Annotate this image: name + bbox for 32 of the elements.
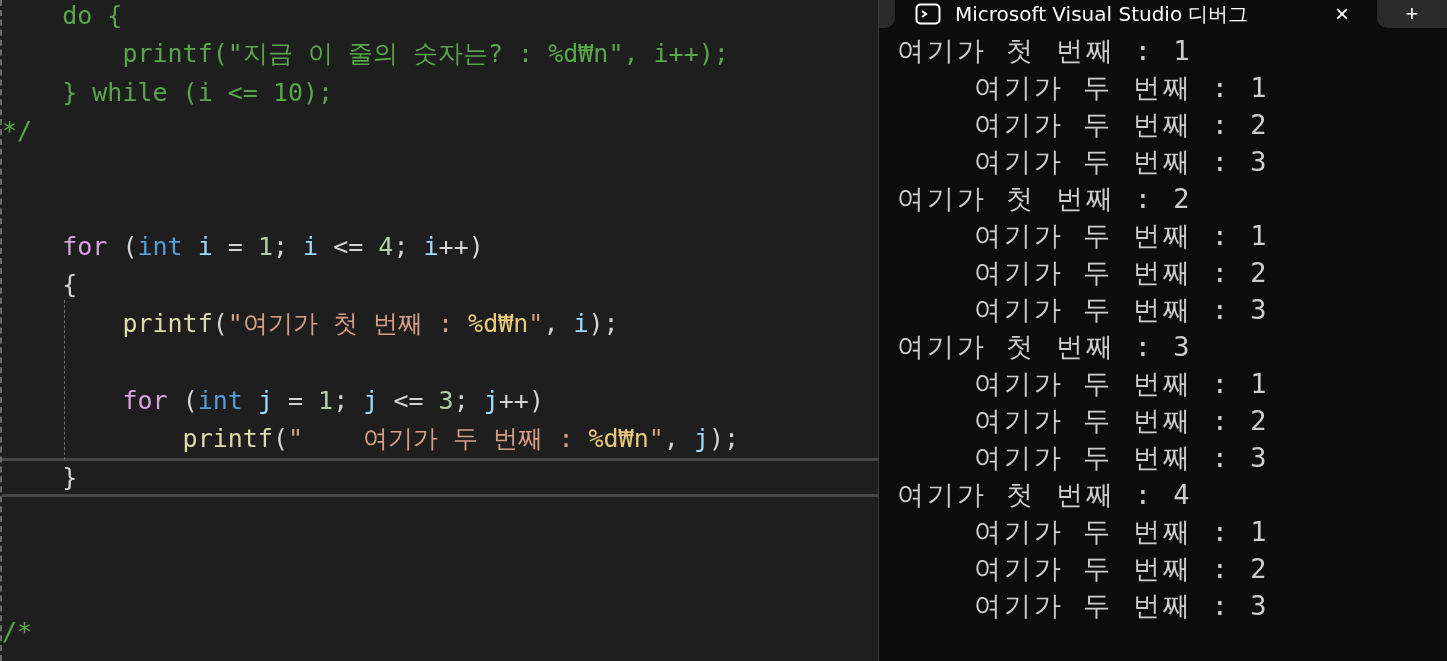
console-line: 여기가 두 번째 : 1	[973, 71, 1271, 105]
console-line: 여기가 두 번째 : 3	[973, 589, 1271, 623]
console-line: 여기가 두 번째 : 2	[973, 108, 1271, 142]
console-line: 여기가 두 번째 : 1	[973, 515, 1271, 549]
tab-title: Microsoft Visual Studio 디버그	[955, 0, 1249, 28]
console-tab[interactable]: Microsoft Visual Studio 디버그 ×	[895, 0, 1375, 28]
console-line: 여기가 첫 번째 : 3	[897, 330, 1194, 364]
console-line: 여기가 두 번째 : 2	[973, 404, 1271, 438]
console-line: 여기가 두 번째 : 3	[973, 145, 1271, 179]
code-line: do {	[61, 0, 123, 30]
code-line: }	[61, 462, 78, 492]
close-tab-button[interactable]: ×	[1329, 2, 1355, 26]
code-line: for (int i = 1; i <= 4; i++)	[61, 231, 484, 261]
code-line: } while (i <= 10);	[61, 77, 334, 107]
console-line: 여기가 두 번째 : 1	[973, 367, 1271, 401]
code-line: {	[61, 270, 78, 300]
code-line: printf("여기가 첫 번째 : %d₩n", i);	[121, 307, 619, 340]
code-line: for (int j = 1; j <= 3; j++)	[121, 385, 544, 415]
code-line: printf(" 여기가 두 번째 : %d₩n", j);	[181, 423, 740, 456]
console-line: 여기가 첫 번째 : 4	[897, 478, 1194, 512]
code-line: */	[2, 116, 33, 146]
code-line: /*	[2, 616, 33, 646]
console-line: 여기가 두 번째 : 3	[973, 441, 1271, 475]
console-line: 여기가 첫 번째 : 2	[897, 182, 1194, 216]
console-line: 여기가 두 번째 : 2	[973, 552, 1271, 586]
console-line: 여기가 두 번째 : 2	[973, 256, 1271, 290]
code-line: printf("지금 이 줄의 숫자는? : %d₩n", i++);	[121, 38, 729, 71]
terminal-icon	[915, 3, 941, 25]
console-line: 여기가 두 번째 : 3	[973, 293, 1271, 327]
new-tab-button[interactable]: +	[1377, 0, 1447, 28]
console-line: 여기가 두 번째 : 1	[973, 219, 1271, 253]
console-line: 여기가 첫 번째 : 1	[897, 34, 1194, 68]
